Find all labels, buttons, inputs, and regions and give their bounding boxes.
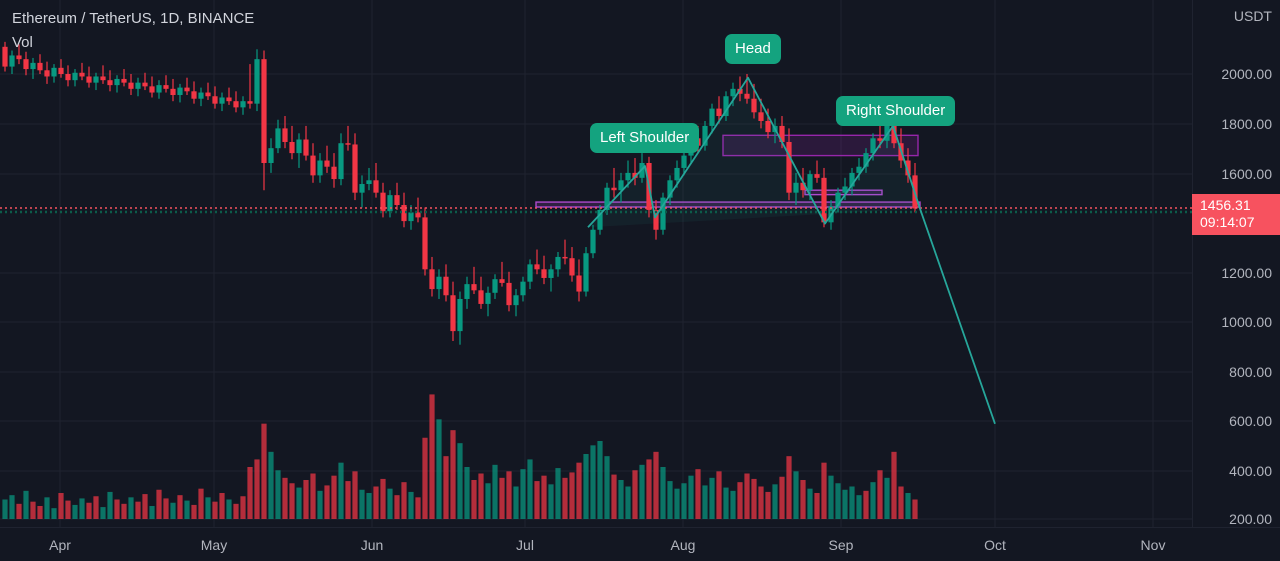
time-axis[interactable]: Apr May Jun Jul Aug Sep Oct Nov [0, 527, 1280, 561]
pattern-label-head[interactable]: Head [725, 34, 781, 64]
time-tick: Apr [49, 537, 71, 553]
bar-countdown: 09:14:07 [1200, 214, 1255, 230]
chart-plot-area[interactable] [0, 0, 1192, 527]
pattern-label-right-shoulder[interactable]: Right Shoulder [836, 96, 956, 126]
chart-canvas [0, 0, 1192, 527]
price-tick: 1800.00 [1221, 116, 1272, 132]
price-tick: 1200.00 [1221, 265, 1272, 281]
time-tick: Nov [1140, 537, 1166, 553]
time-tick: Aug [670, 537, 696, 553]
price-tick: 600.00 [1229, 413, 1272, 429]
grid-lines [0, 0, 1192, 527]
current-price-badge[interactable]: 1456.31 09:14:07 [1192, 194, 1280, 235]
time-tick: Oct [984, 537, 1006, 553]
price-tick: 1600.00 [1221, 166, 1272, 182]
time-tick: Jun [360, 537, 384, 553]
time-tick: Sep [828, 537, 854, 553]
price-tick: 800.00 [1229, 364, 1272, 380]
time-tick: May [200, 537, 228, 553]
current-price-value: 1456.31 [1200, 197, 1251, 213]
time-tick: Jul [516, 537, 534, 553]
price-tick: 200.00 [1229, 511, 1272, 527]
tradingview-chart-screen: Ethereum / TetherUS, 1D, BINANCE Vol Lef… [0, 0, 1280, 561]
price-tick: 2000.00 [1221, 66, 1272, 82]
price-tick: 400.00 [1229, 463, 1272, 479]
pattern-label-left-shoulder[interactable]: Left Shoulder [590, 123, 700, 153]
price-tick: 1000.00 [1221, 314, 1272, 330]
price-axis[interactable]: USDT 2000.00 1800.00 1600.00 1200.00 1000.00… [1192, 0, 1280, 527]
current-price-line [0, 207, 1192, 214]
price-axis-currency: USDT [1233, 8, 1272, 24]
volume-histogram [2, 394, 918, 519]
